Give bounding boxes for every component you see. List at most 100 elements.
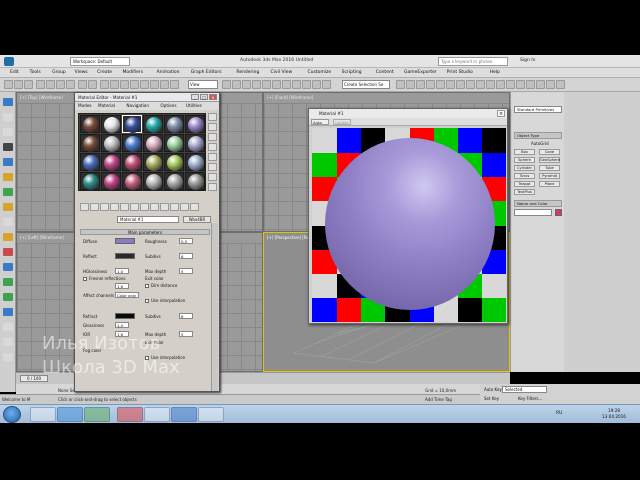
roughness-spinner[interactable]: 0,0 xyxy=(179,238,193,244)
fresnel-ior-spinner[interactable]: 1,6 xyxy=(115,283,129,289)
menu-item[interactable]: Graph Editors xyxy=(191,70,222,75)
reflect-color-swatch[interactable] xyxy=(115,253,135,259)
viewport-label[interactable]: [+] [Top] [Wireframe] xyxy=(20,95,63,100)
clock[interactable]: 19:28 13.04.2016 xyxy=(602,408,626,420)
fresnel-checkbox[interactable] xyxy=(83,277,87,281)
toolbar-button[interactable] xyxy=(396,80,405,89)
material-tool-button[interactable] xyxy=(160,203,169,211)
toolbar-button[interactable] xyxy=(416,80,425,89)
auto-update-button[interactable]: Auto xyxy=(311,119,329,125)
add-time-tag-button[interactable]: Add Time Tag xyxy=(425,397,452,402)
toolbar-button[interactable] xyxy=(242,80,251,89)
toolbar-button[interactable] xyxy=(170,80,179,89)
use-interpolation-checkbox[interactable] xyxy=(145,299,149,303)
toolbar-button[interactable] xyxy=(100,80,109,89)
menu-item[interactable]: Group xyxy=(52,70,66,75)
material-type-button[interactable]: Wax4BR xyxy=(183,216,211,223)
maximize-button[interactable]: □ xyxy=(200,94,208,100)
sign-in-link[interactable]: Sign In xyxy=(520,58,535,63)
close-button[interactable]: × xyxy=(209,94,217,100)
sample-slot[interactable] xyxy=(185,153,205,171)
tool-icon[interactable] xyxy=(3,98,13,106)
toolbar-button[interactable] xyxy=(140,80,149,89)
tool-icon[interactable] xyxy=(3,353,13,361)
menu-item[interactable]: Rendering xyxy=(236,70,259,75)
tool-icon[interactable] xyxy=(3,113,13,121)
toolbar-button[interactable] xyxy=(130,80,139,89)
sample-option-button[interactable] xyxy=(208,123,217,131)
sample-slot[interactable] xyxy=(101,134,121,152)
toolbar-button[interactable] xyxy=(312,80,321,89)
toolbar-button[interactable] xyxy=(322,80,331,89)
sample-slot[interactable] xyxy=(80,134,100,152)
toolbar-button[interactable] xyxy=(150,80,159,89)
sample-slot[interactable] xyxy=(185,134,205,152)
close-button[interactable]: × xyxy=(497,110,505,117)
preview-title[interactable]: Material #1 xyxy=(309,109,507,118)
toolbar-button[interactable] xyxy=(516,80,525,89)
toolbar-button[interactable] xyxy=(526,80,535,89)
name-color-rollout[interactable]: Name and Color xyxy=(514,200,562,207)
app-c-icon[interactable] xyxy=(84,407,110,422)
toolbar-button[interactable] xyxy=(262,80,271,89)
chrome-icon[interactable] xyxy=(144,407,170,422)
start-button[interactable] xyxy=(3,406,21,423)
menu-item[interactable]: Views xyxy=(75,70,88,75)
create-textplus-button[interactable]: TextPlus xyxy=(514,189,535,195)
sample-option-button[interactable] xyxy=(208,163,217,171)
create-tube-button[interactable]: Tube xyxy=(539,165,560,171)
material-tool-button[interactable] xyxy=(190,203,199,211)
ie-icon[interactable] xyxy=(57,407,83,422)
sample-slot[interactable] xyxy=(122,134,142,152)
toolbar-button[interactable] xyxy=(14,80,23,89)
toolbar-button[interactable] xyxy=(456,80,465,89)
update-button[interactable]: Update xyxy=(333,119,351,125)
create-sphere-button[interactable]: Sphere xyxy=(514,157,535,163)
auto-key-button[interactable]: Auto Key xyxy=(484,387,502,392)
toolbar-button[interactable] xyxy=(546,80,555,89)
material-name-field[interactable]: Material #1 xyxy=(117,216,179,223)
menu-item[interactable]: Modifiers xyxy=(123,70,144,75)
sample-slot[interactable] xyxy=(80,172,100,190)
language-indicator[interactable]: RU xyxy=(556,411,562,416)
toolbar-button[interactable] xyxy=(446,80,455,89)
material-menu-item[interactable]: Material xyxy=(98,103,115,108)
create-torus-button[interactable]: Torus xyxy=(514,173,535,179)
key-filters-button[interactable]: Key Filters... xyxy=(518,396,542,401)
maxscript-listener[interactable]: Welcome to M xyxy=(2,397,30,402)
material-tool-button[interactable] xyxy=(140,203,149,211)
toolbar-button[interactable] xyxy=(252,80,261,89)
toolbar-button[interactable] xyxy=(292,80,301,89)
view-dropdown[interactable]: View xyxy=(188,80,218,89)
toolbar-button[interactable] xyxy=(56,80,65,89)
create-pyramid-button[interactable]: Pyramid xyxy=(539,173,560,179)
material-tool-button[interactable] xyxy=(120,203,129,211)
sample-slot[interactable] xyxy=(122,115,142,133)
3dsmax-taskbar-icon[interactable] xyxy=(171,407,197,422)
tool-icon[interactable] xyxy=(3,158,13,166)
toolbar-button[interactable] xyxy=(88,80,97,89)
toolbar-button[interactable] xyxy=(536,80,545,89)
toolbar-button[interactable] xyxy=(222,80,231,89)
sample-slot[interactable] xyxy=(122,153,142,171)
material-menu-item[interactable]: Options xyxy=(160,103,176,108)
tool-icon[interactable] xyxy=(3,248,13,256)
create-box-button[interactable]: Box xyxy=(514,149,535,155)
sample-slot[interactable] xyxy=(164,134,184,152)
menu-item[interactable]: GameExporter xyxy=(404,70,437,75)
sample-slot[interactable] xyxy=(122,172,142,190)
menu-item[interactable]: Scripting xyxy=(342,70,362,75)
material-tool-button[interactable] xyxy=(100,203,109,211)
toolbar-button[interactable] xyxy=(232,80,241,89)
explorer-icon[interactable] xyxy=(30,407,56,422)
sample-slot[interactable] xyxy=(185,115,205,133)
toolbar-button[interactable] xyxy=(120,80,129,89)
create-geosphere-button[interactable]: GeoSphere xyxy=(539,157,560,163)
toolbar-button[interactable] xyxy=(436,80,445,89)
sample-slot[interactable] xyxy=(143,115,163,133)
selection-set-dropdown[interactable]: Create Selection Se xyxy=(342,80,390,89)
tool-icon[interactable] xyxy=(3,293,13,301)
app-c2-icon[interactable] xyxy=(198,407,224,422)
subdivs-spinner[interactable]: 8 xyxy=(179,253,193,259)
sample-slot[interactable] xyxy=(164,172,184,190)
